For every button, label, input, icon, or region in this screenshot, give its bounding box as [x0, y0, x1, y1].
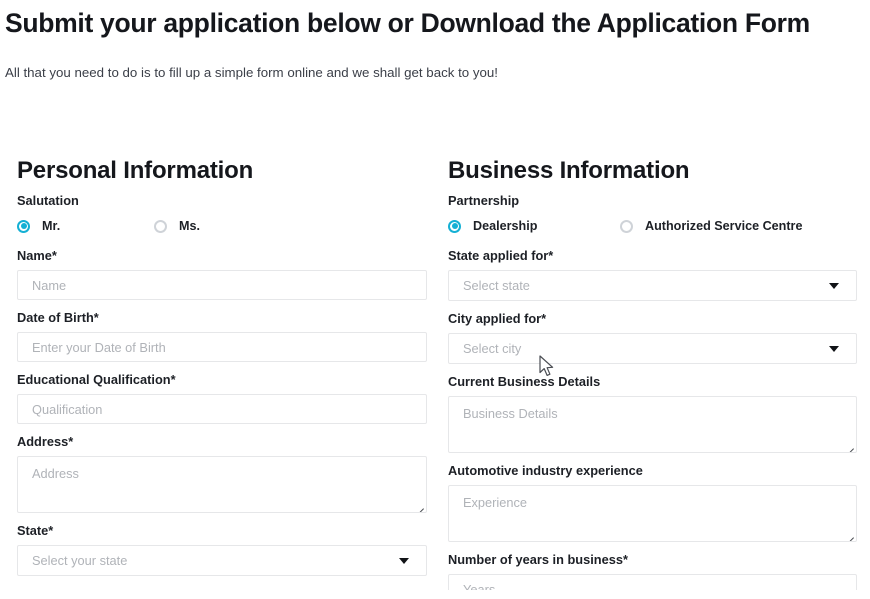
chevron-down-icon — [399, 557, 409, 564]
partnership-label: Partnership — [448, 193, 520, 208]
radio-label-authorized-service-centre: Authorized Service Centre — [645, 219, 803, 233]
salutation-label: Salutation — [17, 193, 79, 208]
educational-qualification-field: Educational Qualification* Qualification — [17, 371, 427, 424]
salutation-field: Salutation Mr. Ms. — [17, 192, 427, 237]
radio-option-mr[interactable]: Mr. — [17, 219, 154, 233]
business-information-column: Business Information Partnership Dealers… — [448, 156, 857, 599]
page-title: Submit your application below or Downloa… — [5, 8, 810, 38]
state-applied-for-select[interactable]: Select state — [448, 270, 857, 301]
years-in-business-field: Number of years in business* Years — [448, 551, 857, 590]
radio-label-dealership: Dealership — [473, 219, 538, 233]
educational-qualification-label: Educational Qualification* — [17, 372, 176, 387]
state-label: State* — [17, 523, 54, 538]
city-applied-for-field: City applied for* Select city — [448, 310, 857, 364]
radio-option-authorized-service-centre[interactable]: Authorized Service Centre — [620, 219, 802, 233]
page-subtitle: All that you need to do is to fill up a … — [5, 65, 499, 80]
current-business-details-textarea[interactable]: Business Details — [448, 396, 857, 453]
current-business-details-placeholder-text: Business Details — [463, 406, 558, 421]
partnership-radio-group: Dealership Authorized Service Centre — [448, 215, 857, 237]
automotive-experience-field: Automotive industry experience Experienc… — [448, 462, 857, 542]
radio-indicator-mr[interactable] — [17, 219, 30, 233]
radio-indicator-authorized-service-centre[interactable] — [620, 219, 633, 233]
radio-label-mr: Mr. — [42, 219, 61, 233]
state-field: State* Select your state — [17, 522, 427, 576]
application-form-page: Submit your application below or Downloa… — [0, 0, 870, 590]
automotive-experience-placeholder-text: Experience — [463, 495, 528, 510]
current-business-details-field: Current Business Details Business Detail… — [448, 373, 857, 453]
address-placeholder-text: Address — [32, 466, 79, 481]
city-applied-for-label: City applied for* — [448, 311, 547, 326]
state-applied-for-field: State applied for* Select state — [448, 247, 857, 301]
radio-option-dealership[interactable]: Dealership — [448, 219, 620, 233]
state-select-value: Select your state — [32, 553, 128, 568]
date-of-birth-input[interactable]: Enter your Date of Birth — [17, 332, 427, 362]
radio-indicator-ms[interactable] — [154, 219, 167, 233]
chevron-down-icon — [829, 345, 839, 352]
city-applied-for-select[interactable]: Select city — [448, 333, 857, 364]
state-applied-for-label: State applied for* — [448, 248, 554, 263]
personal-information-column: Personal Information Salutation Mr. Ms. … — [17, 156, 427, 585]
personal-information-heading: Personal Information — [17, 157, 254, 184]
resize-handle-icon[interactable] — [413, 499, 424, 512]
address-label: Address* — [17, 434, 74, 449]
current-business-details-label: Current Business Details — [448, 374, 601, 389]
years-in-business-clip: Years — [448, 574, 857, 590]
years-in-business-label: Number of years in business* — [448, 552, 628, 567]
state-select[interactable]: Select your state — [17, 545, 427, 576]
automotive-experience-label: Automotive industry experience — [448, 463, 643, 478]
radio-indicator-dealership[interactable] — [448, 219, 461, 233]
business-information-heading: Business Information — [448, 157, 690, 184]
city-applied-for-value: Select city — [463, 341, 522, 356]
address-field: Address* Address — [17, 433, 427, 513]
educational-qualification-input[interactable]: Qualification — [17, 394, 427, 424]
name-input[interactable]: Name — [17, 270, 427, 300]
radio-label-ms: Ms. — [179, 219, 200, 233]
date-of-birth-field: Date of Birth* Enter your Date of Birth — [17, 309, 427, 362]
state-applied-for-value: Select state — [463, 278, 530, 293]
date-of-birth-label: Date of Birth* — [17, 310, 99, 325]
chevron-down-icon — [829, 282, 839, 289]
years-in-business-input[interactable]: Years — [448, 574, 857, 590]
address-textarea[interactable]: Address — [17, 456, 427, 513]
automotive-experience-textarea[interactable]: Experience — [448, 485, 857, 542]
radio-option-ms[interactable]: Ms. — [154, 219, 200, 233]
resize-handle-icon[interactable] — [843, 528, 854, 541]
name-label: Name* — [17, 248, 57, 263]
partnership-field: Partnership Dealership Authorized Servic… — [448, 192, 857, 237]
salutation-radio-group: Mr. Ms. — [17, 215, 427, 237]
resize-handle-icon[interactable] — [843, 439, 854, 452]
name-field: Name* Name — [17, 247, 427, 300]
